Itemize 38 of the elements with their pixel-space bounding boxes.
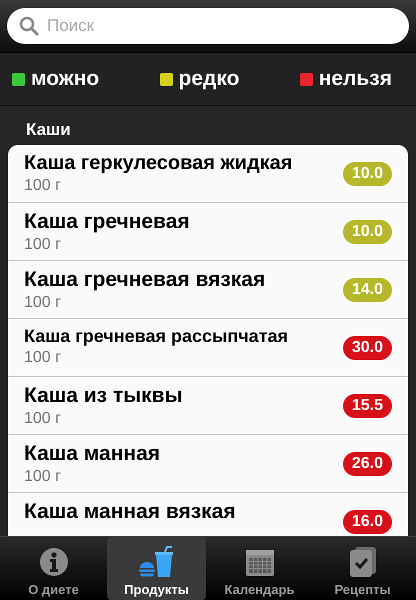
legend-label: можно [31,67,100,91]
tab-item[interactable]: Календарь [210,537,309,600]
value-badge: 10.0 [342,162,392,186]
list-item[interactable]: Каша гречневая рассыпчатая 100 г 30.0 [8,319,408,377]
search-field[interactable]: Поиск [7,8,409,44]
list-item[interactable]: Каша гречневая 100 г 10.0 [8,203,408,261]
food-name: Каша гречневая вязкая [24,268,266,292]
portion-label: 100 г [24,349,62,367]
food-name: Каша гречневая [24,210,191,234]
tab-item[interactable]: Продукты [107,537,206,600]
value-badge: 26.0 [342,452,392,476]
list-item[interactable]: Каша геркулесовая жидкая 100 г 10.0 [8,145,408,203]
list-item[interactable]: Каша из тыквы 100 г 15.5 [8,377,408,435]
tab-item[interactable]: О диете [4,537,103,600]
calendar-icon [244,547,276,577]
portion-label: 100 г [24,294,62,312]
portion-label: 100 г [24,410,62,428]
food-name: Каша манная вязкая [24,500,237,524]
food-name: Каша из тыквы [24,384,184,408]
value-badge: 16.0 [342,510,392,534]
list-item[interactable]: Каша манная 100 г 26.0 [8,435,408,493]
recipe-card-icon [348,546,378,578]
food-name: Каша гречневая рассыпчатая [24,326,290,347]
value-badge: 14.0 [342,278,392,302]
food-name: Каша манная [24,442,162,466]
value-badge: 30.0 [342,336,392,360]
value-badge: 15.5 [342,394,392,418]
portion-label: 100 г [24,468,62,486]
list-item[interactable]: Каша гречневая вязкая 100 г 14.0 [8,261,408,319]
legend-label: нельзя [318,67,392,91]
portion-label: 100 г [24,177,62,195]
tab-item[interactable]: Рецепты [313,537,412,600]
portion-label: 100 г [24,236,62,254]
value-badge: 10.0 [342,220,392,244]
section-title: Каши [26,120,72,140]
legend-label: редко [178,67,240,91]
info-icon [38,547,68,577]
food-name: Каша геркулесовая жидкая [24,152,294,175]
